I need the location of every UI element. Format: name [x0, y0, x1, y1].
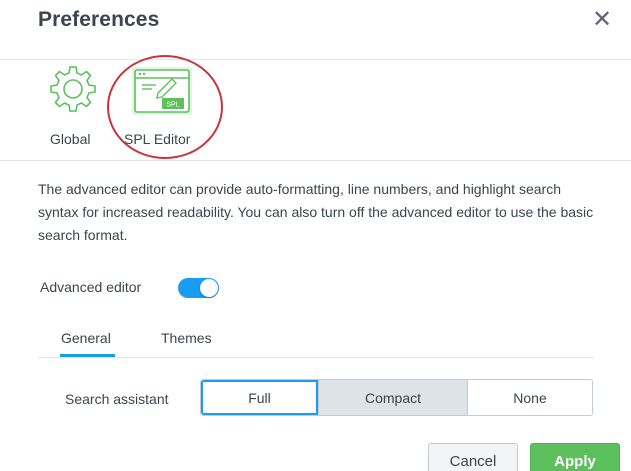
apply-button[interactable]: Apply: [530, 443, 620, 471]
tab-general[interactable]: General: [61, 330, 111, 346]
preferences-dialog: Preferences ✕ Global SPL SPL Editor The …: [0, 0, 631, 471]
dialog-title: Preferences: [38, 8, 160, 31]
advanced-editor-description: The advanced editor can provide auto-for…: [38, 181, 594, 243]
spl-icon-badge-text: SPL: [166, 102, 179, 109]
header-divider: [0, 59, 631, 60]
search-assistant-option-none[interactable]: None: [467, 380, 592, 415]
category-divider: [0, 160, 631, 161]
search-assistant-label: Search assistant: [65, 391, 169, 407]
advanced-editor-label: Advanced editor: [40, 279, 142, 295]
gear-icon: [50, 66, 96, 112]
search-assistant-option-full[interactable]: Full: [201, 380, 318, 415]
advanced-editor-toggle[interactable]: [178, 278, 219, 298]
close-icon[interactable]: ✕: [588, 6, 616, 34]
category-spl-editor[interactable]: SPL SPL Editor: [112, 64, 222, 154]
cancel-button[interactable]: Cancel: [428, 443, 518, 471]
spl-editor-icon: SPL: [132, 67, 192, 115]
category-global-label: Global: [50, 131, 91, 147]
category-global[interactable]: Global: [40, 64, 106, 154]
category-spl-editor-label: SPL Editor: [124, 131, 191, 147]
tab-themes[interactable]: Themes: [161, 330, 212, 346]
toggle-knob: [200, 279, 218, 297]
search-assistant-segmented-control: Full Compact None: [200, 379, 593, 416]
search-assistant-option-compact[interactable]: Compact: [318, 380, 467, 415]
tabs-divider: [38, 357, 594, 358]
